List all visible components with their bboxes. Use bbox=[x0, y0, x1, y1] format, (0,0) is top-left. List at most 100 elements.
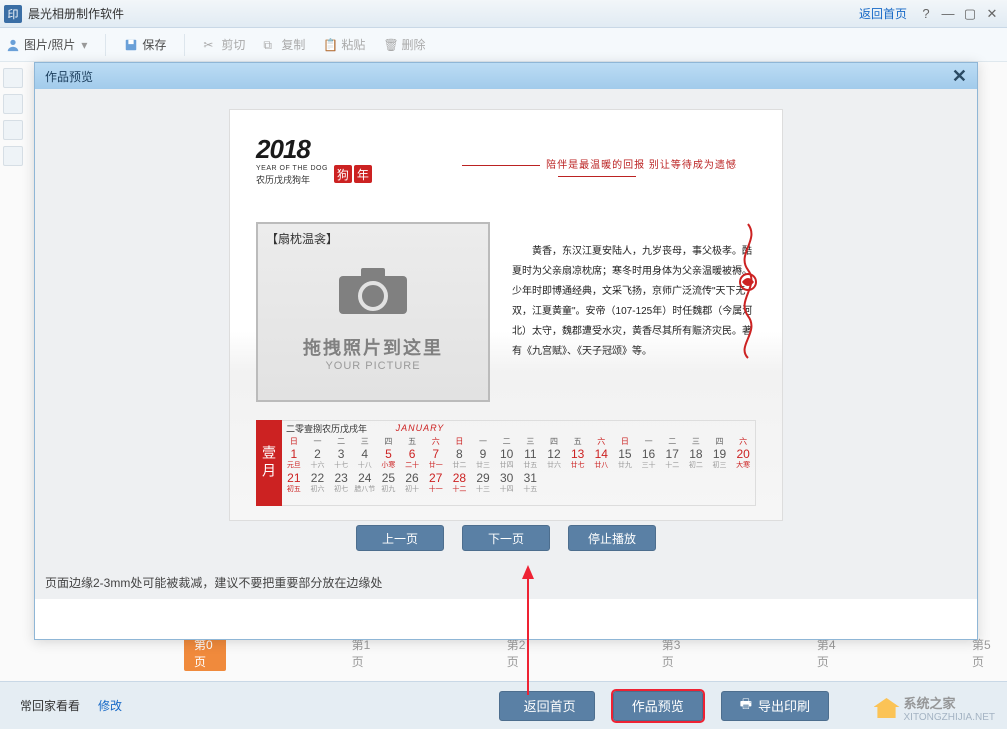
calendar-day: 7廿一 bbox=[424, 448, 448, 472]
calendar-day: 14廿八 bbox=[589, 448, 613, 472]
calendar-day: 24腊八节 bbox=[353, 472, 377, 496]
tool-shape-icon[interactable] bbox=[3, 120, 23, 140]
photo-placeholder[interactable]: 【扇枕温衾】 拖拽照片到这里 YOUR PICTURE bbox=[256, 222, 490, 402]
story-text: 黄香，东汉江夏安陆人，九岁丧母，事父极孝。酷夏时为父亲扇凉枕席；寒冬时用身体为父… bbox=[512, 222, 756, 402]
calendar-day: 20大寒 bbox=[731, 448, 755, 472]
modify-link[interactable]: 修改 bbox=[98, 697, 122, 714]
help-icon[interactable]: ? bbox=[915, 5, 937, 23]
save-button[interactable]: 保存 bbox=[124, 36, 166, 53]
home-button[interactable]: 返回首页 bbox=[499, 691, 595, 721]
house-icon bbox=[874, 698, 900, 718]
app-title: 晨光相册制作软件 bbox=[28, 5, 124, 22]
save-icon bbox=[124, 38, 138, 52]
calendar-day: 2十六 bbox=[306, 448, 330, 472]
calendar-day: 17十二 bbox=[660, 448, 684, 472]
close-icon[interactable]: ✕ bbox=[981, 5, 1003, 23]
tool-star-icon[interactable] bbox=[3, 146, 23, 166]
page-thumb-3[interactable]: 第3页 bbox=[656, 635, 691, 671]
red-ornament-icon bbox=[732, 220, 764, 360]
page-thumb-0[interactable]: 第0页 bbox=[184, 635, 226, 671]
year-en: YEAR OF THE DOG bbox=[256, 165, 328, 172]
calendar-day bbox=[660, 472, 684, 496]
cut-icon: ✂ bbox=[203, 38, 217, 52]
tab-photos[interactable]: 图片/照片 ▾ bbox=[6, 36, 87, 53]
maximize-icon[interactable]: ▢ bbox=[959, 5, 981, 23]
delete-icon: 🗑 bbox=[383, 38, 397, 52]
printer-icon: 🖶 bbox=[740, 695, 752, 717]
stop-play-button[interactable]: 停止播放 bbox=[568, 525, 656, 551]
calendar-day: 11廿五 bbox=[518, 448, 542, 472]
lunar-year: 农历戊戌狗年 bbox=[256, 173, 328, 186]
month-english: JANUARY bbox=[390, 423, 445, 433]
copy-button[interactable]: ⧉复制 bbox=[263, 36, 305, 53]
calendar-day: 10廿四 bbox=[495, 448, 519, 472]
story-title: 【扇枕温衾】 bbox=[266, 230, 480, 247]
bottom-left-text: 常回家看看 bbox=[20, 697, 80, 714]
calendar-day: 25初九 bbox=[377, 472, 401, 496]
tool-text-icon[interactable] bbox=[3, 68, 23, 88]
dialog-body: 2018 YEAR OF THE DOG 农历戊戌狗年 狗 年 陪伴是最温暖的回… bbox=[35, 89, 977, 599]
dialog-header: 作品预览 ✕ bbox=[35, 63, 977, 89]
calendar-day: 19初三 bbox=[708, 448, 732, 472]
calendar-day: 23初七 bbox=[329, 472, 353, 496]
calendar-day: 12廿六 bbox=[542, 448, 566, 472]
main-toolbar: 图片/照片 ▾ 保存 ✂剪切 ⧉复制 📋粘贴 🗑删除 bbox=[0, 28, 1007, 62]
paste-icon: 📋 bbox=[323, 38, 337, 52]
calendar-day bbox=[542, 472, 566, 496]
minimize-icon[interactable]: — bbox=[937, 5, 959, 23]
calendar-day bbox=[613, 472, 637, 496]
calendar-day: 9廿三 bbox=[471, 448, 495, 472]
placeholder-text: 拖拽照片到这里 YOUR PICTURE bbox=[258, 334, 488, 372]
tab-photos-label: 图片/照片 bbox=[24, 36, 75, 53]
preview-button[interactable]: 作品预览 bbox=[613, 691, 703, 721]
lunar-header: 二零壹捌农历戊戌年 bbox=[282, 422, 390, 435]
slogan: 陪伴是最温暖的回报 别让等待成为遗憾 bbox=[435, 156, 758, 182]
back-home-link[interactable]: 返回首页 bbox=[859, 5, 907, 22]
calendar-day bbox=[731, 472, 755, 496]
calendar-day: 18初二 bbox=[684, 448, 708, 472]
calendar-day: 29十三 bbox=[471, 472, 495, 496]
calendar-grid: 壹月 二零壹捌农历戊戌年 JANUARY 日一二三四五六日一二三四五六日一二三四… bbox=[256, 420, 756, 506]
page-thumb-2[interactable]: 第2页 bbox=[501, 635, 536, 671]
page-thumbnails: 第0页 第1页 第2页 第3页 第4页 第5页 bbox=[34, 635, 1001, 679]
person-icon bbox=[6, 38, 20, 52]
tool-rect-icon[interactable] bbox=[3, 94, 23, 114]
page-thumb-1[interactable]: 第1页 bbox=[346, 635, 381, 671]
month-label: 壹月 bbox=[256, 420, 282, 506]
dialog-title: 作品预览 bbox=[45, 68, 93, 85]
calendar-day bbox=[566, 472, 590, 496]
next-page-button[interactable]: 下一页 bbox=[462, 525, 550, 551]
calendar-day bbox=[684, 472, 708, 496]
dialog-nav: 上一页 下一页 停止播放 bbox=[35, 525, 977, 551]
prev-page-button[interactable]: 上一页 bbox=[356, 525, 444, 551]
calendar-day: 13廿七 bbox=[566, 448, 590, 472]
page-thumb-4[interactable]: 第4页 bbox=[811, 635, 846, 671]
page-thumb-5[interactable]: 第5页 bbox=[966, 635, 1001, 671]
dialog-close-icon[interactable]: ✕ bbox=[952, 69, 967, 83]
preview-dialog: 作品预览 ✕ 2018 YEAR OF THE DOG 农历戊戌狗年 狗 年 陪… bbox=[34, 62, 978, 640]
bottom-bar: 常回家看看 修改 返回首页 作品预览 🖶导出印刷 bbox=[0, 681, 1007, 729]
calendar-day: 27十一 bbox=[424, 472, 448, 496]
calendar-day: 4十八 bbox=[353, 448, 377, 472]
chevron-down-icon: ▾ bbox=[81, 38, 87, 52]
calendar-day: 6二十 bbox=[400, 448, 424, 472]
calendar-day: 22初六 bbox=[306, 472, 330, 496]
calendar-day bbox=[589, 472, 613, 496]
calendar-day: 8廿二 bbox=[448, 448, 472, 472]
paste-button[interactable]: 📋粘贴 bbox=[323, 36, 365, 53]
delete-button[interactable]: 🗑删除 bbox=[383, 36, 425, 53]
year-seal: 狗 年 bbox=[334, 165, 372, 183]
calendar-day: 31十五 bbox=[518, 472, 542, 496]
calendar-day: 3十七 bbox=[329, 448, 353, 472]
camera-icon bbox=[333, 266, 413, 316]
calendar-page: 2018 YEAR OF THE DOG 农历戊戌狗年 狗 年 陪伴是最温暖的回… bbox=[229, 109, 783, 521]
export-button[interactable]: 🖶导出印刷 bbox=[721, 691, 829, 721]
cut-button[interactable]: ✂剪切 bbox=[203, 36, 245, 53]
calendar-day bbox=[637, 472, 661, 496]
titlebar: 印 晨光相册制作软件 返回首页 ? — ▢ ✕ bbox=[0, 0, 1007, 28]
calendar-day: 1元旦 bbox=[282, 448, 306, 472]
calendar-day: 5小寒 bbox=[377, 448, 401, 472]
calendar-day: 30十四 bbox=[495, 472, 519, 496]
dialog-hint: 页面边缘2-3mm处可能被裁减，建议不要把重要部分放在边缘处 bbox=[45, 574, 382, 591]
left-toolbar bbox=[0, 62, 26, 262]
